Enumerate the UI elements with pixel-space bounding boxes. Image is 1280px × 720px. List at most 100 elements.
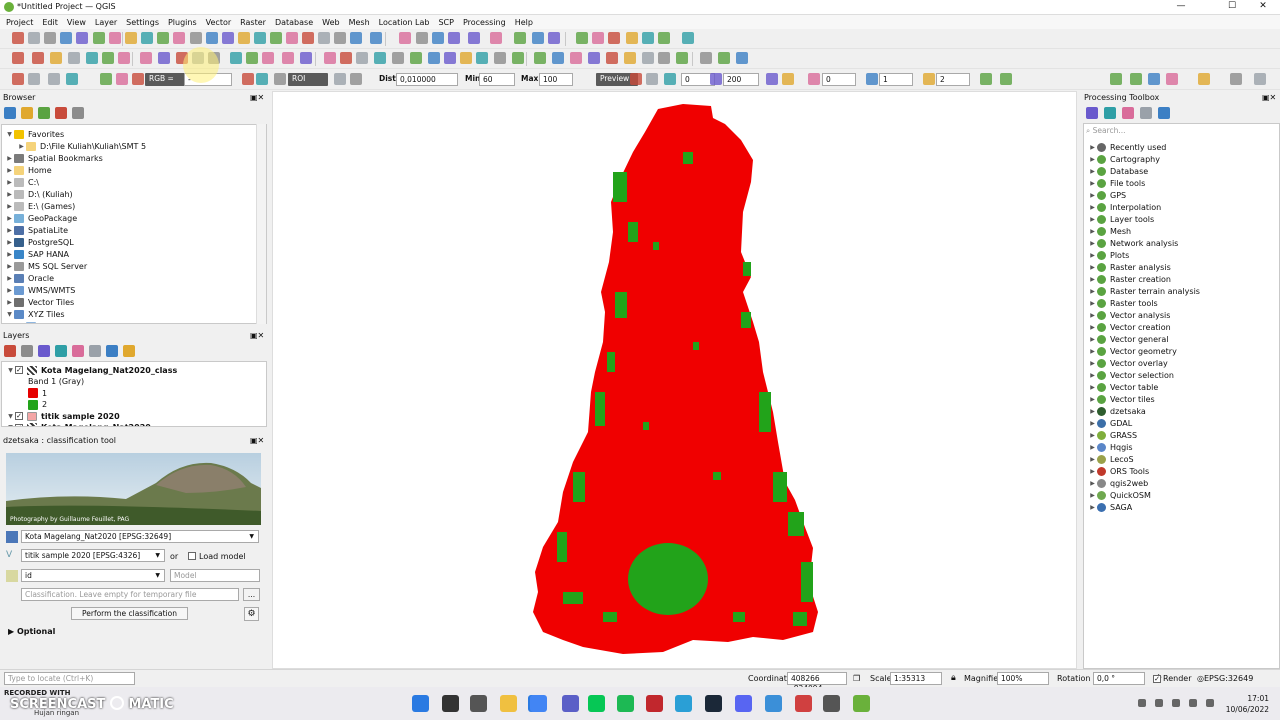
tool-icon[interactable] [350,32,362,44]
field-select[interactable]: id ▼ [21,569,165,582]
filter-expression-icon[interactable] [72,345,84,357]
scp-icon[interactable] [28,73,40,85]
spotify-icon[interactable] [617,695,634,712]
collapse-all-icon[interactable] [106,345,118,357]
chevron-up-icon[interactable] [1138,699,1146,707]
toolbox-provider[interactable]: ▶ Vector analysis [1088,309,1170,321]
tool-icon[interactable] [460,52,472,64]
tool-icon[interactable] [370,32,382,44]
browser-item[interactable]: ▶ D:\ (Kuliah) [5,188,73,200]
toolbox-provider[interactable]: ▶ Vector table [1088,381,1158,393]
tool-icon[interactable] [392,52,404,64]
collapsed-arrow-icon[interactable]: ▶ [1088,240,1097,247]
file-explorer-icon[interactable] [500,695,517,712]
tool-icon[interactable] [468,32,480,44]
collapsed-arrow-icon[interactable]: ▶ [1088,456,1097,463]
tool-icon[interactable] [334,32,346,44]
toolbox-provider[interactable]: ▶ Vector creation [1088,321,1171,333]
collapsed-arrow-icon[interactable]: ▶ [1088,360,1097,367]
collapsed-arrow-icon[interactable]: ▶ [1088,264,1097,271]
collapsed-arrow-icon[interactable]: ▶ [5,179,14,186]
toolbox-provider[interactable]: ▶ Layer tools [1088,213,1154,225]
tool-icon[interactable] [410,52,422,64]
browser-item[interactable]: ▶ D:\File Kuliah\Kuliah\SMT 5 [17,140,146,152]
toolbox-provider[interactable]: ▶ Hqgis [1088,441,1133,453]
menu-edit[interactable]: Edit [42,18,58,27]
tool-icon[interactable] [173,32,185,44]
filter-legend-icon[interactable] [55,345,67,357]
browser-item[interactable]: ▶ Spatial Bookmarks [5,152,103,164]
max-spinbox[interactable]: 100 [539,73,573,86]
lock-icon[interactable]: 🔒︎ [951,673,956,683]
options-icon[interactable] [1158,107,1170,119]
layer-visibility-checkbox[interactable]: ✓ [15,412,23,420]
clock-time[interactable]: 17:01 [1223,694,1269,703]
toolbox-provider[interactable]: ▶ GDAL [1088,417,1132,429]
toolbox-provider[interactable]: ▶ ORS Tools [1088,465,1149,477]
menu-settings[interactable]: Settings [126,18,159,27]
browser-item[interactable]: ▶ SpatiaLite [5,224,68,236]
mic-icon[interactable] [1155,699,1163,707]
perform-classification-button[interactable]: Perform the classification [71,607,188,620]
layer-visibility-checkbox[interactable]: ✓ [15,366,23,374]
tool-icon[interactable] [570,52,582,64]
scp-icon[interactable] [12,73,24,85]
layer-item[interactable]: 2 [28,399,47,411]
scripts-icon[interactable] [1104,107,1116,119]
scp-icon[interactable] [808,73,820,85]
toolbox-provider[interactable]: ▶ Vector tiles [1088,393,1155,405]
collapsed-arrow-icon[interactable]: ▶ [5,251,14,258]
tool-icon[interactable] [230,52,242,64]
menu-database[interactable]: Database [275,18,313,27]
layer-item[interactable]: ▼✓ Kota Magelang_Nat2020 [6,422,151,426]
panel-close-icon[interactable]: ▣✕ [1262,93,1276,102]
collapsed-arrow-icon[interactable]: ▶ [1088,228,1097,235]
app-icon[interactable] [795,695,812,712]
toolbox-provider[interactable]: ▶ GPS [1088,189,1126,201]
tool-icon[interactable] [86,52,98,64]
band-spinbox-1[interactable]: 0 [822,73,856,86]
s-spinbox[interactable]: 200 [723,73,759,86]
model-input[interactable]: Model [170,569,260,582]
min-spinbox[interactable]: 60 [479,73,515,86]
tool-icon[interactable] [606,52,618,64]
crs-button[interactable]: ◎EPSG:32649 [1197,674,1253,683]
tool-icon[interactable] [50,52,62,64]
browser-item[interactable]: ▶ C:\ [5,176,39,188]
band-spinbox-3[interactable]: 2 [936,73,970,86]
scp-icon[interactable] [116,73,128,85]
collapsed-arrow-icon[interactable]: ▶ [1088,216,1097,223]
menu-processing[interactable]: Processing [463,18,506,27]
toolbox-provider[interactable]: ▶ SAGA [1088,501,1132,513]
tool-icon[interactable] [140,52,152,64]
menu-vector[interactable]: Vector [206,18,232,27]
models-icon[interactable] [1086,107,1098,119]
output-input[interactable]: Classification. Leave empty for temporar… [21,588,239,601]
collapsed-arrow-icon[interactable]: ▶ [1088,420,1097,427]
remove-layer-icon[interactable] [123,345,135,357]
scp-icon[interactable] [710,73,722,85]
collapsed-arrow-icon[interactable]: ▶ [1088,348,1097,355]
tool-icon[interactable] [534,52,546,64]
band-spinbox-2[interactable]: 1 [879,73,913,86]
collapsed-arrow-icon[interactable]: ▶ [1088,492,1097,499]
tool-icon[interactable] [302,32,314,44]
browser-scrollbar[interactable] [256,124,266,324]
tool-icon[interactable] [286,32,298,44]
tool-icon[interactable] [399,32,411,44]
menu-web[interactable]: Web [322,18,339,27]
toolbox-provider[interactable]: ▶ LecoS [1088,453,1134,465]
collapsed-arrow-icon[interactable]: ▶ [1088,204,1097,211]
scp-icon[interactable] [782,73,794,85]
dist-spinbox[interactable]: 0,010000 [396,73,458,86]
tool-icon[interactable] [206,32,218,44]
tool-icon[interactable] [624,52,636,64]
layer-item[interactable]: ▼ ✓ titik sample 2020 [6,410,120,422]
tool-icon[interactable] [32,52,44,64]
collapsed-arrow-icon[interactable]: ▶ [17,323,26,324]
scp-icon[interactable] [980,73,992,85]
scp-icon[interactable] [866,73,878,85]
toolbox-provider[interactable]: ▶ Vector overlay [1088,357,1168,369]
tool-icon[interactable] [676,52,688,64]
tool-icon[interactable] [494,52,506,64]
